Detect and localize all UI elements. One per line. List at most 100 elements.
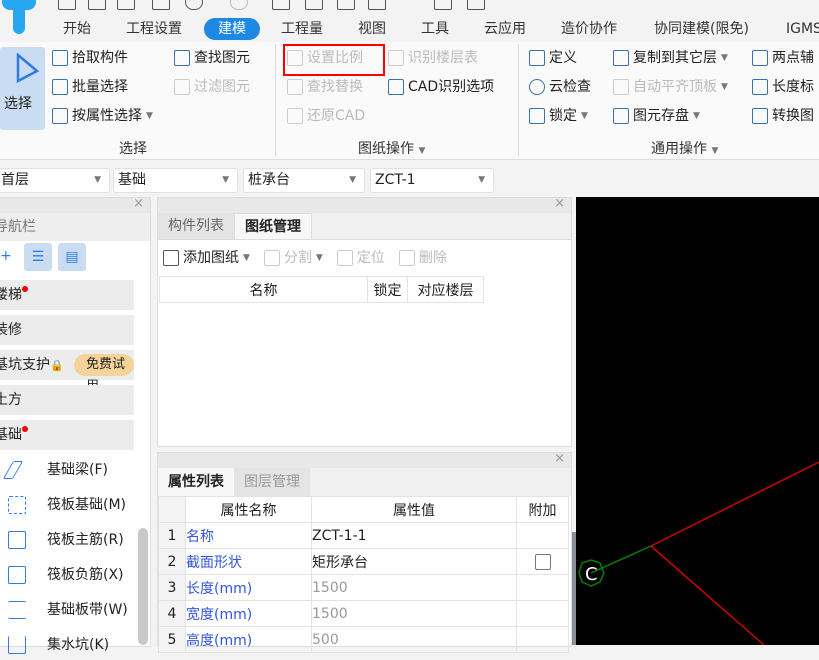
tab-property-list[interactable]: 属性列表 — [158, 468, 234, 496]
table-row[interactable]: 2 截面形状 矩形承台 — [158, 548, 569, 575]
cad-drawing: C — [578, 461, 819, 646]
col-extra: 附加 — [516, 496, 569, 523]
close-icon[interactable]: × — [554, 451, 565, 466]
tab-drawing-manage[interactable]: 图纸管理 — [234, 213, 312, 239]
add-view-icon[interactable] — [467, 0, 485, 10]
app-logo — [0, 0, 40, 40]
length-dim-button[interactable]: 长度标 — [752, 76, 814, 98]
col-name[interactable]: 名称 — [159, 276, 368, 303]
save-icon[interactable] — [152, 0, 170, 10]
save-element-icon — [613, 108, 629, 124]
col-floor[interactable]: 对应楼层 — [407, 276, 484, 303]
highlight-box — [283, 44, 385, 76]
filter-element-button[interactable]: 过滤图元 — [174, 76, 250, 98]
cad-options-button[interactable]: CAD识别选项 — [388, 76, 494, 98]
tab-quantities[interactable]: 工程量 — [281, 18, 323, 40]
two-point-button[interactable]: 两点辅 — [752, 47, 814, 69]
nav-item-earthwork[interactable]: 土方 — [0, 385, 134, 415]
auto-align-button[interactable]: 自动平齐顶板 ▼ — [613, 76, 728, 98]
find2-icon[interactable] — [337, 0, 355, 10]
select-big-button[interactable]: 选择 — [0, 47, 45, 130]
table-row[interactable]: 1 名称 ZCT-1-1 — [158, 522, 569, 549]
tab-igms[interactable]: IGMS — [786, 18, 819, 40]
drawing-canvas[interactable]: C — [576, 197, 819, 646]
eyedropper-icon — [52, 50, 68, 66]
sump-icon — [8, 636, 26, 654]
type-select[interactable]: 桩承台 ▼ — [243, 168, 365, 193]
restore-cad-button[interactable]: 还原CAD — [287, 105, 365, 127]
tab-project-settings[interactable]: 工程设置 — [126, 18, 182, 40]
tab-modeling[interactable]: 建模 — [204, 18, 260, 40]
define-icon — [529, 50, 545, 66]
tab-view[interactable]: 视图 — [358, 18, 386, 40]
cloud-check-button[interactable]: 云检查 — [529, 76, 591, 98]
convert-button[interactable]: 转换图 — [752, 105, 814, 127]
copy-to-floor-button[interactable]: 复制到其它层 ▼ — [613, 47, 728, 69]
sub-item-raft[interactable]: 筏板基础(M) — [0, 490, 140, 520]
close-icon[interactable]: × — [133, 196, 144, 211]
nav-item-decoration[interactable]: 装修 — [0, 315, 134, 345]
nav-title: 导航栏 — [0, 213, 150, 241]
extra-checkbox[interactable] — [534, 553, 551, 570]
tab-tools[interactable]: 工具 — [421, 18, 449, 40]
select-by-property-button[interactable]: 按属性选择 ▼ — [52, 105, 153, 127]
save-element-button[interactable]: 图元存盘 ▼ — [613, 105, 700, 127]
delete-button[interactable]: 删除 — [398, 247, 447, 269]
sub-item-strip[interactable]: 基础板带(W) — [0, 595, 140, 625]
identify-floor-table-button[interactable]: 识别楼层表 — [388, 47, 478, 69]
table-row[interactable]: 3 长度(mm) 1500 — [158, 574, 569, 601]
find-replace-button[interactable]: 查找替换 — [287, 76, 363, 98]
list-view-icon[interactable]: ☰ — [24, 243, 52, 271]
sub-item-sump[interactable]: 集水坑(K) — [0, 630, 140, 660]
split-button[interactable]: 分割 ▼ — [263, 247, 323, 269]
common-group-label[interactable]: 通用操作 ▼ — [651, 138, 718, 158]
open-icon[interactable] — [117, 0, 135, 10]
lock-button[interactable]: 锁定 ▼ — [529, 105, 588, 127]
tab-component-list[interactable]: 构件列表 — [158, 213, 234, 239]
pick-component-button[interactable]: 拾取构件 — [52, 47, 128, 69]
table-row[interactable]: 5 高度(mm) 500 — [158, 626, 569, 653]
locate-button[interactable]: 定位 — [336, 247, 385, 269]
restore-cad-icon — [287, 108, 303, 124]
define-button[interactable]: 定义 — [529, 47, 577, 69]
add-drawing-button[interactable]: 添加图纸 ▼ — [163, 247, 250, 269]
component-select[interactable]: ZCT-1 ▼ — [370, 168, 494, 193]
category-select[interactable]: 基础 ▼ — [113, 168, 238, 193]
col-lock[interactable]: 锁定 — [367, 276, 408, 303]
print-icon[interactable] — [434, 0, 452, 10]
tab-cost-collab[interactable]: 造价协作 — [561, 18, 617, 40]
table-row[interactable]: 4 宽度(mm) 1500 — [158, 600, 569, 627]
sub-item-raft-neg-rebar[interactable]: 筏板负筋(X) — [0, 560, 140, 590]
free-trial-badge[interactable]: 免费试用 — [74, 354, 134, 394]
sub-item-raft-main-rebar[interactable]: 筏板主筋(R) — [0, 525, 140, 555]
blank-icon[interactable] — [88, 0, 106, 10]
tab-layer-manage[interactable]: 图层管理 — [234, 468, 310, 496]
new-icon[interactable] — [58, 0, 76, 10]
col-prop-value: 属性值 — [311, 496, 517, 523]
tab-co-modeling[interactable]: 协同建模(限免) — [654, 18, 749, 40]
drawing-panel: × 构件列表 图纸管理 添加图纸 ▼ 分割 ▼ 定位 删除 名称 锁定 对应楼层 — [157, 196, 572, 447]
nav-item-foundation[interactable]: 基础 — [0, 420, 134, 450]
redo-icon[interactable] — [230, 0, 248, 10]
drawing-group-label[interactable]: 图纸操作 ▼ — [358, 138, 425, 158]
find3-icon[interactable] — [368, 0, 386, 10]
sub-item-foundation-beam[interactable]: 基础梁(F) — [0, 455, 140, 485]
convert-icon — [752, 108, 768, 124]
align-icon — [613, 79, 629, 95]
tab-start[interactable]: 开始 — [63, 18, 91, 40]
select-group-label: 选择 — [119, 141, 147, 157]
find-element-button[interactable]: 查找图元 — [174, 47, 250, 69]
nav-scrollbar[interactable] — [138, 528, 148, 645]
cloud-check-icon — [529, 79, 545, 95]
floor-select[interactable]: 首层 ▼ — [0, 168, 110, 193]
sum-icon[interactable] — [272, 0, 290, 10]
detail-view-icon[interactable]: ▤ — [58, 243, 86, 271]
undo-icon[interactable] — [185, 0, 203, 10]
tab-cloud[interactable]: 云应用 — [484, 18, 526, 40]
nav-item-stairs[interactable]: 楼梯 — [0, 280, 134, 310]
nav-item-pit-support[interactable]: 基坑支护🔒免费试用 — [0, 350, 134, 394]
close-icon[interactable]: × — [554, 196, 565, 211]
add-icon[interactable]: + — [0, 248, 12, 264]
batch-select-button[interactable]: 批量选择 — [52, 76, 128, 98]
find-icon[interactable] — [305, 0, 323, 10]
